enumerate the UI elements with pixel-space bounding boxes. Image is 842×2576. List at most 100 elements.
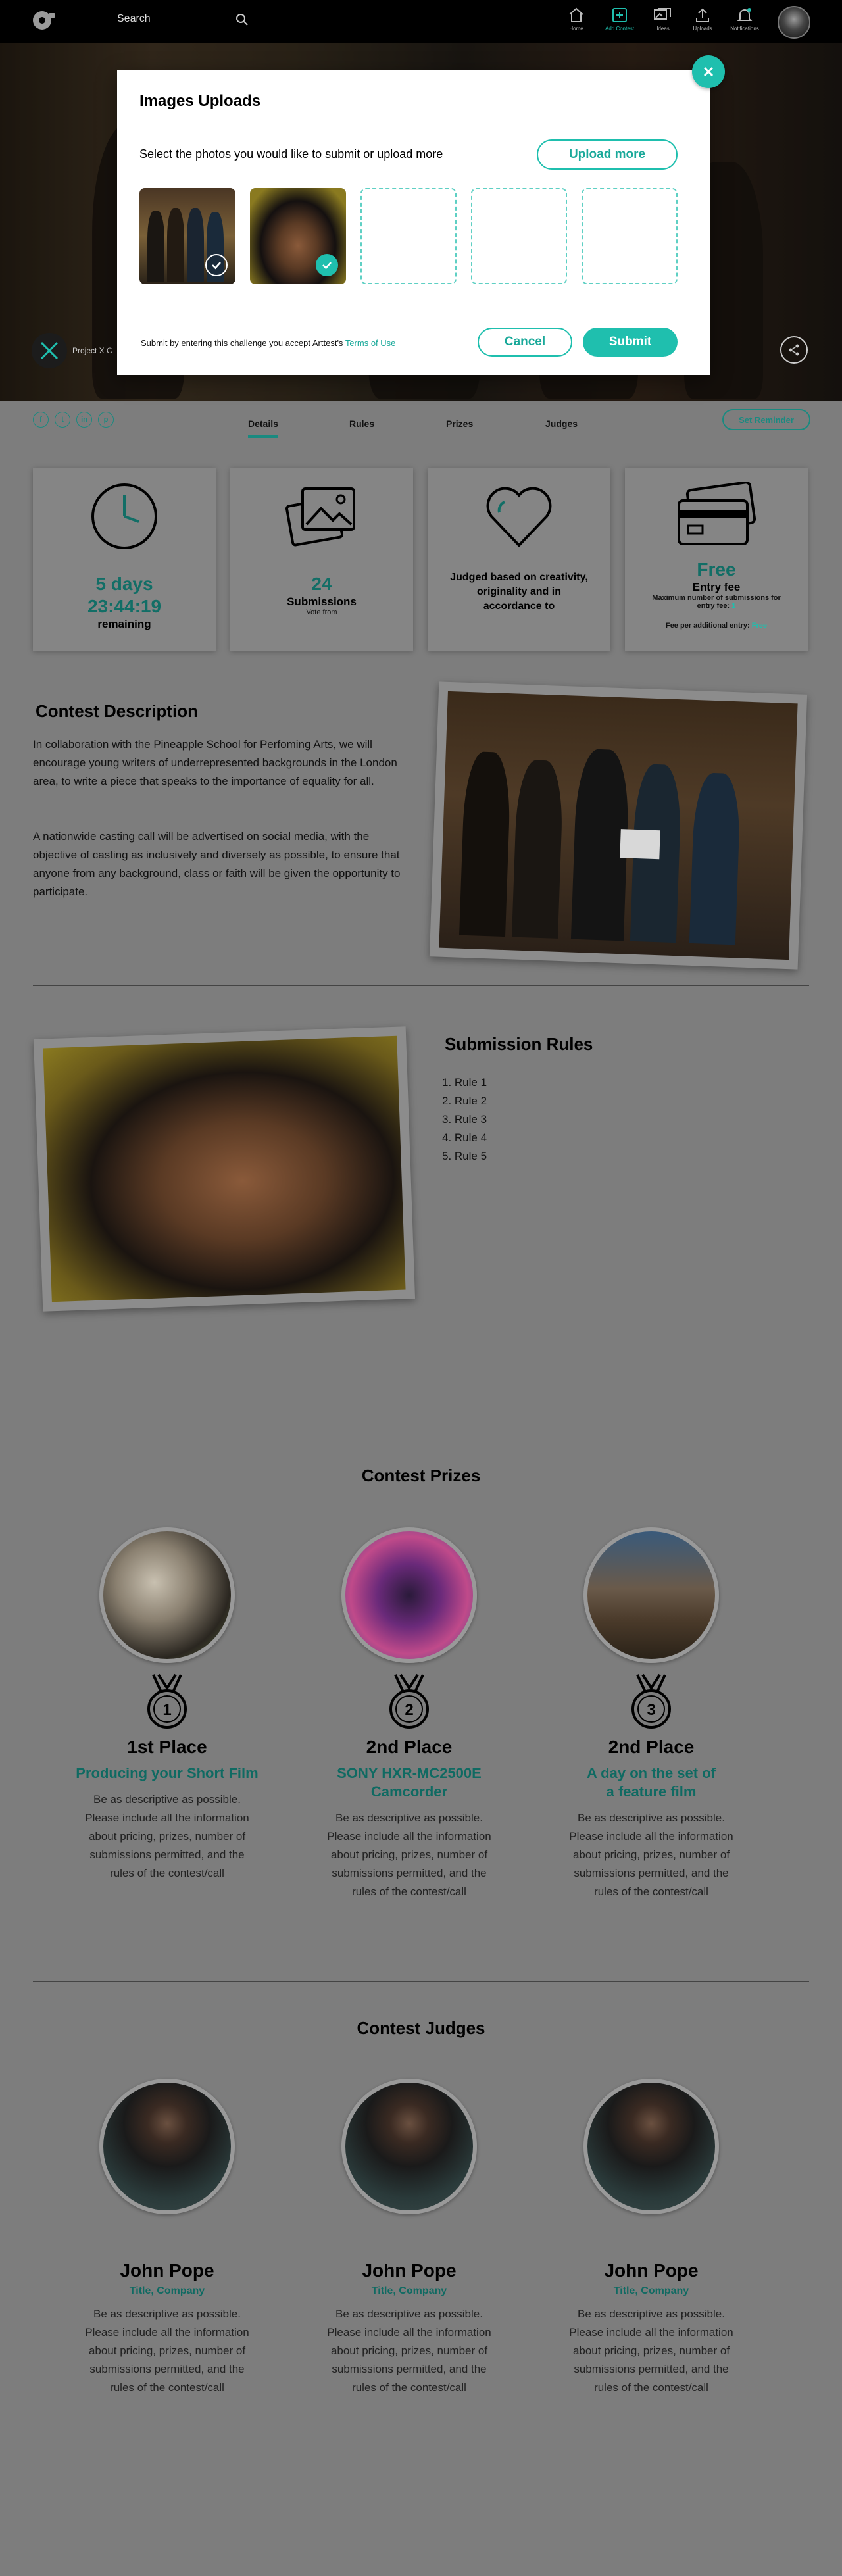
prize-title: A day on the set of a feature film — [587, 1765, 716, 1800]
nav-label: Uploads — [693, 26, 712, 32]
user-avatar[interactable] — [778, 6, 810, 39]
prize-image — [99, 1527, 235, 1663]
section-divider — [33, 985, 809, 986]
nav-uploads[interactable]: Uploads — [683, 7, 722, 38]
search-input[interactable] — [117, 9, 229, 29]
judge-card-3: John Pope Title, Company Be as descripti… — [553, 2079, 750, 2397]
prize-title: Producing your Short Film — [76, 1765, 259, 1781]
entry-fee-label: Entry fee — [692, 581, 741, 593]
additional-fee-value: Free — [751, 622, 768, 630]
judge-photo — [341, 2079, 477, 2214]
unchecked-icon[interactable] — [205, 254, 228, 276]
empty-photo-slot[interactable] — [471, 188, 567, 284]
project-x-icon — [32, 333, 67, 368]
judge-title: Title, Company — [129, 2285, 205, 2296]
max-submissions-label: Maximum number of submissions for entry … — [652, 594, 781, 610]
prize-desc: Be as descriptive as possible. Please in… — [85, 1793, 249, 1879]
rules-photo — [33, 1026, 416, 1312]
set-reminder-button[interactable]: Set Reminder — [722, 409, 810, 430]
prize-image — [341, 1527, 477, 1663]
search-icon[interactable] — [235, 13, 249, 26]
photo-thumbnail-2[interactable] — [250, 188, 346, 284]
rule-item: 1. Rule 1 — [442, 1076, 487, 1089]
tab-rules[interactable]: Rules — [349, 418, 374, 429]
judge-card-1: John Pope Title, Company Be as descripti… — [68, 2079, 266, 2397]
tab-prizes[interactable]: Prizes — [446, 418, 473, 429]
rule-item: 2. Rule 2 — [442, 1095, 487, 1107]
additional-fee-label: Fee per additional entry: — [665, 622, 750, 630]
tab-details[interactable]: Details — [248, 418, 278, 438]
entry-fee-value: Free — [697, 559, 736, 580]
judging-card: Judged based on creativity, originality … — [428, 468, 610, 651]
time-remaining-card: 5 days 23:44:19 remaining — [33, 468, 216, 651]
prize-title: SONY HXR-MC2500E Camcorder — [337, 1765, 482, 1800]
search-box — [117, 9, 250, 30]
close-icon — [703, 66, 714, 77]
nav-add-contest[interactable]: Add Contest — [600, 7, 639, 38]
nav-ideas[interactable]: Ideas — [643, 7, 683, 38]
upload-icon — [696, 8, 709, 22]
nav-label: Add Contest — [605, 26, 635, 32]
logo-icon[interactable] — [32, 9, 58, 32]
terms-text: Submit by entering this challenge you ac… — [141, 338, 343, 348]
rule-item: 3. Rule 3 — [442, 1113, 487, 1126]
home-icon — [569, 7, 583, 22]
nav-label: Home — [569, 26, 583, 32]
rule-item: 5. Rule 5 — [442, 1150, 487, 1162]
submissions-label: Submissions — [287, 595, 357, 608]
judging-text: Judged based on creativity, originality … — [450, 572, 588, 612]
empty-photo-slot[interactable] — [360, 188, 457, 284]
empty-photo-slot[interactable] — [582, 188, 678, 284]
submit-button[interactable]: Submit — [583, 328, 678, 357]
nav-home[interactable]: Home — [557, 7, 596, 38]
tab-judges[interactable]: Judges — [545, 418, 578, 429]
prize-place: 1st Place — [127, 1737, 207, 1757]
svg-text:2: 2 — [405, 1701, 413, 1719]
heart-icon — [486, 487, 552, 547]
prize-card-3: 3 2nd Place A day on the set of a featur… — [553, 1527, 750, 1901]
judges-title: Contest Judges — [357, 2018, 485, 2038]
photo-thumbnail-1[interactable] — [139, 188, 235, 284]
share-button[interactable] — [780, 336, 808, 364]
vote-from: Vote from — [306, 608, 337, 616]
ideas-icon — [654, 8, 671, 20]
remaining-label: remaining — [97, 618, 151, 630]
judge-desc: Be as descriptive as possible. Please in… — [569, 2308, 733, 2394]
cancel-button[interactable]: Cancel — [478, 328, 572, 357]
close-modal-button[interactable] — [692, 55, 725, 88]
judge-name: John Pope — [362, 2260, 457, 2281]
prize-card-1: 1 1st Place Producing your Short Film Be… — [68, 1527, 266, 1883]
upload-more-button[interactable]: Upload more — [537, 139, 678, 170]
description-p2: A nationwide casting call will be advert… — [33, 830, 401, 898]
description-p1: In collaboration with the Pineapple Scho… — [33, 738, 397, 787]
description-title: Contest Description — [36, 701, 199, 721]
medal-icon: 1 — [147, 1673, 187, 1729]
prizes-title: Contest Prizes — [361, 1466, 481, 1485]
days-remaining: 5 days — [95, 574, 153, 594]
bell-icon — [737, 8, 753, 21]
terms-link[interactable]: Terms of Use — [345, 338, 396, 348]
nav-label: Ideas — [656, 26, 670, 32]
submissions-card: 24 Submissions Vote from — [230, 468, 413, 651]
prize-place: 2nd Place — [366, 1737, 453, 1757]
judge-title: Title, Company — [371, 2285, 447, 2296]
project-label: Project X C — [72, 346, 112, 355]
hero-project: Project X C — [32, 333, 112, 368]
nav-notifications[interactable]: Notifications — [725, 7, 764, 38]
image-upload-modal: Images Uploads Select the photos you wou… — [117, 70, 710, 375]
judge-desc: Be as descriptive as possible. Please in… — [327, 2308, 491, 2394]
judge-photo — [583, 2079, 719, 2214]
judge-name: John Pope — [120, 2260, 214, 2281]
check-icon[interactable] — [316, 254, 338, 276]
medal-icon: 3 — [632, 1673, 671, 1729]
section-divider — [33, 1981, 809, 1982]
nav-label: Notifications — [730, 26, 759, 32]
rules-title: Submission Rules — [445, 1034, 593, 1054]
clock-icon — [91, 483, 157, 549]
entry-fee-card: Free Entry fee Maximum number of submiss… — [625, 468, 808, 651]
images-icon — [285, 487, 355, 547]
judge-card-2: John Pope Title, Company Be as descripti… — [310, 2079, 508, 2397]
prize-place: 2nd Place — [608, 1737, 695, 1757]
countdown: 23:44:19 — [87, 596, 162, 616]
judge-title: Title, Company — [613, 2285, 689, 2296]
